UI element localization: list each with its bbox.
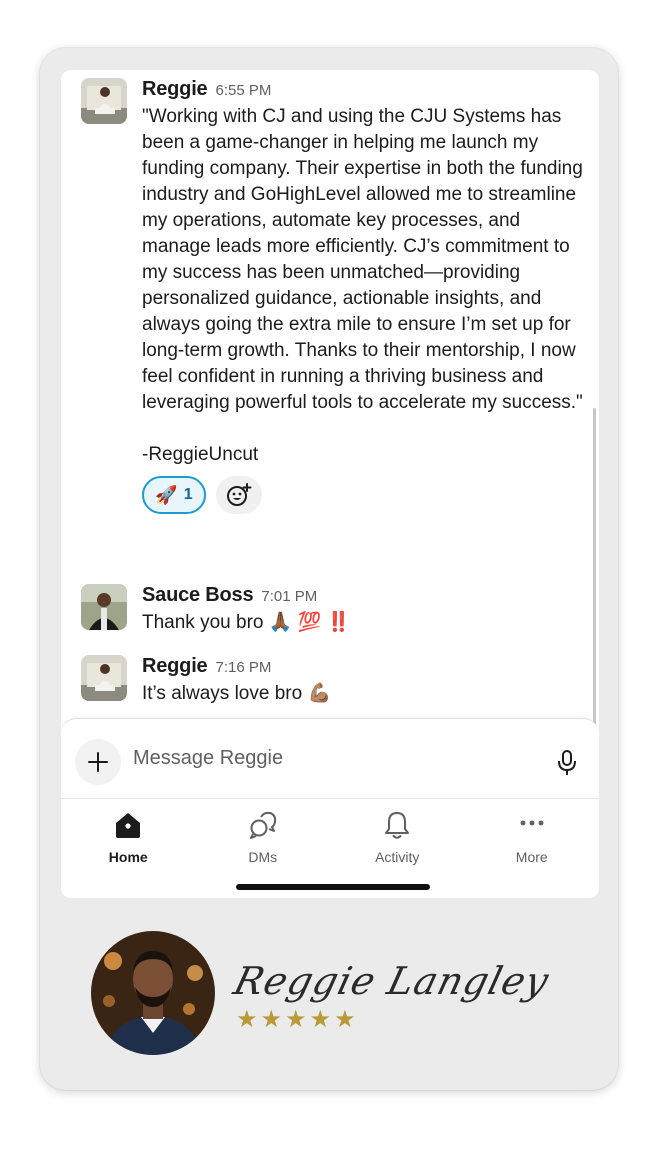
add-emoji-icon xyxy=(227,483,252,506)
author-name[interactable]: Reggie xyxy=(142,655,208,678)
bell-icon xyxy=(385,812,410,839)
rocket-emoji: 🚀 xyxy=(155,484,178,505)
avatar-reggie[interactable] xyxy=(81,78,127,124)
avatar-reggie[interactable] xyxy=(81,655,127,701)
tab-label: DMs xyxy=(248,849,278,865)
reaction-count: 1 xyxy=(183,486,193,503)
home-icon xyxy=(116,813,141,838)
add-attachment-button[interactable] xyxy=(75,739,121,785)
star-icon: ★ xyxy=(260,1006,283,1033)
author-name[interactable]: Reggie xyxy=(142,78,208,101)
microphone-icon[interactable] xyxy=(555,749,579,777)
dms-icon xyxy=(249,811,276,839)
home-indicator[interactable] xyxy=(236,884,430,890)
tab-more[interactable]: More xyxy=(465,799,600,868)
star-icon: ★ xyxy=(236,1006,258,1033)
message-3: Reggie 7:16 PM It’s always love bro 💪🏽 xyxy=(81,655,585,707)
tab-label: Activity xyxy=(375,849,420,865)
tab-dms[interactable]: DMs xyxy=(196,799,331,868)
bottom-tab-bar: Home DMs Activity More xyxy=(61,798,599,868)
signature: Reggie Langley xyxy=(229,959,554,1003)
timestamp[interactable]: 7:01 PM xyxy=(261,588,317,605)
message-text: "Working with CJ and using the CJU Syste… xyxy=(142,106,583,465)
tab-activity[interactable]: Activity xyxy=(330,799,465,868)
message-2: Sauce Boss 7:01 PM Thank you bro 🙏🏾 💯 ‼️ xyxy=(81,584,585,636)
reaction-rocket[interactable]: 🚀 1 xyxy=(142,476,206,514)
testimonial-card: Reggie 6:55 PM "Working with CJ and usin… xyxy=(40,48,618,1090)
tab-home[interactable]: Home xyxy=(61,799,196,868)
message-composer xyxy=(61,718,599,798)
star-icon: ★ xyxy=(285,1006,307,1033)
star-icon: ★ xyxy=(334,1006,356,1033)
add-reaction-button[interactable] xyxy=(216,476,262,514)
message-1: Reggie 6:55 PM "Working with CJ and usin… xyxy=(81,78,585,514)
scrollbar[interactable] xyxy=(593,408,596,728)
plus-icon xyxy=(88,752,108,772)
tab-label: Home xyxy=(108,849,148,865)
message-input[interactable] xyxy=(133,747,523,770)
profile-photo xyxy=(91,931,215,1055)
star-rating: ★ ★ ★ ★ ★ xyxy=(236,1008,356,1032)
avatar-sauce-boss[interactable] xyxy=(81,584,127,630)
timestamp[interactable]: 6:55 PM xyxy=(215,82,271,99)
message-text: It’s always love bro 💪🏽 xyxy=(142,683,332,704)
author-name[interactable]: Sauce Boss xyxy=(142,584,254,607)
timestamp[interactable]: 7:16 PM xyxy=(215,659,271,676)
tab-label: More xyxy=(515,849,548,865)
more-icon xyxy=(520,820,544,826)
message-text: Thank you bro 🙏🏾 💯 ‼️ xyxy=(142,612,351,633)
star-icon: ★ xyxy=(309,1006,332,1033)
slack-screen: Reggie 6:55 PM "Working with CJ and usin… xyxy=(61,70,599,898)
